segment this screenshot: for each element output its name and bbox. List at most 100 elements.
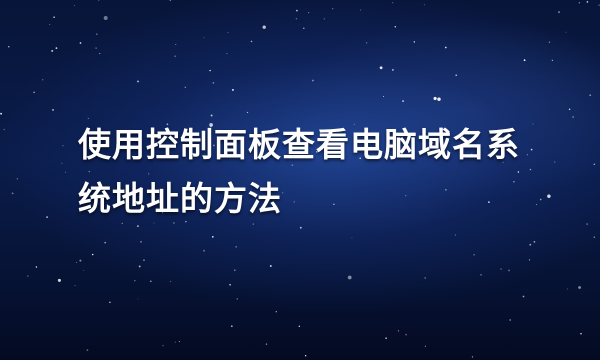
headline-title: 使用控制面板查看电脑域名系统地址的方法 (78, 125, 520, 218)
star (392, 69, 394, 71)
star (303, 27, 305, 30)
star (360, 9, 361, 11)
star (578, 286, 581, 289)
star (433, 96, 437, 101)
star (98, 0, 100, 1)
star (311, 79, 314, 82)
star (455, 74, 458, 77)
star (83, 270, 85, 272)
star (578, 2, 581, 4)
star (509, 319, 512, 321)
star (178, 341, 180, 343)
star (385, 337, 387, 339)
star (234, 269, 236, 271)
star (27, 275, 29, 277)
star (57, 278, 61, 282)
star (522, 295, 525, 298)
star (351, 237, 353, 239)
star (140, 241, 142, 243)
star (55, 47, 58, 49)
star (533, 241, 536, 243)
star (413, 41, 415, 43)
star (64, 171, 66, 173)
star (548, 41, 551, 43)
star (104, 241, 107, 244)
star (3, 128, 5, 131)
star (323, 18, 325, 20)
star (86, 349, 89, 351)
star (61, 162, 63, 164)
star (138, 265, 141, 268)
star (174, 341, 176, 343)
star (568, 108, 571, 111)
star (170, 280, 172, 282)
star (304, 355, 307, 357)
star (405, 333, 407, 336)
star (529, 243, 532, 246)
star (169, 0, 172, 1)
star (212, 82, 215, 84)
star (235, 246, 237, 248)
star (308, 12, 310, 14)
star (175, 43, 177, 46)
star (299, 226, 302, 229)
star (598, 4, 600, 6)
star (46, 216, 49, 219)
star (265, 343, 268, 345)
star (226, 52, 228, 55)
star (236, 298, 238, 300)
star (134, 280, 136, 282)
star (379, 66, 383, 70)
star (402, 100, 405, 103)
star (53, 16, 55, 19)
star (79, 259, 82, 262)
star (246, 111, 249, 114)
star (35, 266, 38, 268)
star (150, 280, 152, 283)
star (383, 96, 384, 97)
star (231, 88, 234, 91)
star (103, 16, 108, 20)
star (424, 345, 426, 347)
star (52, 109, 54, 111)
star (162, 345, 164, 347)
star (75, 261, 77, 263)
star (209, 69, 211, 72)
star (8, 46, 10, 48)
star (365, 42, 368, 44)
star (0, 112, 2, 115)
star (203, 37, 205, 39)
star (347, 275, 352, 280)
star (109, 301, 111, 304)
star (296, 9, 298, 12)
star (586, 223, 588, 225)
star (471, 356, 474, 358)
star (480, 273, 482, 276)
star (49, 24, 51, 26)
star (423, 4, 425, 6)
star (250, 40, 253, 43)
star (203, 249, 206, 252)
star (394, 26, 397, 28)
star (74, 285, 76, 287)
star (275, 311, 277, 313)
star (99, 52, 101, 55)
star (437, 97, 441, 101)
star (227, 32, 229, 34)
star (332, 8, 334, 10)
star (95, 47, 97, 49)
star (41, 79, 44, 81)
star (523, 59, 526, 62)
star (593, 236, 596, 239)
star (528, 259, 531, 261)
star (580, 332, 582, 335)
star (184, 86, 187, 89)
star (589, 94, 592, 97)
star (262, 25, 266, 29)
star (211, 236, 214, 238)
star (143, 259, 145, 261)
star (565, 31, 567, 33)
star (554, 161, 556, 163)
star (16, 178, 19, 180)
star (567, 288, 569, 290)
